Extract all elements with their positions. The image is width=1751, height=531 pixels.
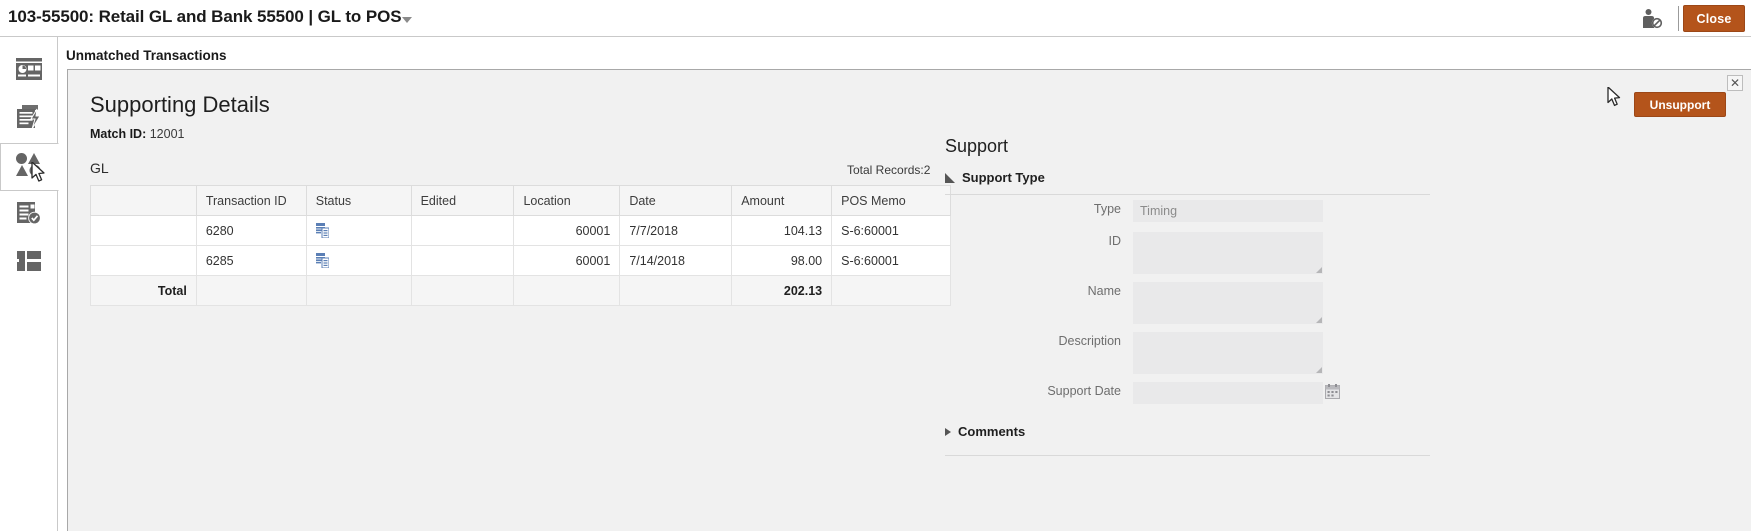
calendar-icon[interactable] — [1325, 384, 1340, 399]
field-name-row: Name — [945, 282, 1430, 324]
field-label-id: ID — [1108, 234, 1122, 248]
page-title: 103-55500: Retail GL and Bank 55500 | GL… — [8, 7, 402, 26]
cell-edited — [410, 245, 515, 276]
unsupport-button[interactable]: Unsupport — [1634, 92, 1726, 117]
total-blank-memo — [831, 275, 951, 306]
total-records-count: Total Records:2 — [847, 163, 931, 177]
user-restricted-icon[interactable] — [1641, 8, 1663, 29]
sidebar-item-dashboard[interactable] — [0, 47, 58, 95]
table-row[interactable]: 6280 60001 7/7/2018 104.13 S-6:60001 — [90, 215, 951, 246]
document-lightning-icon — [15, 104, 43, 135]
close-button[interactable]: Close — [1683, 5, 1745, 32]
comments-section-toggle[interactable]: Comments — [945, 424, 1025, 439]
close-icon[interactable]: ✕ — [1727, 75, 1743, 91]
supporting-details-title: Supporting Details — [90, 92, 270, 117]
app-header: 103-55500: Retail GL and Bank 55500 | GL… — [0, 0, 1751, 37]
main-content: Unmatched Transactions ✕ Supporting Deta… — [58, 37, 1751, 531]
total-blank-transaction — [195, 275, 307, 306]
collapse-triangle-icon — [945, 172, 955, 183]
title-dropdown-caret-icon[interactable] — [402, 17, 412, 23]
support-date-input[interactable] — [1133, 382, 1323, 404]
header-divider — [1678, 6, 1679, 31]
report-icon[interactable] — [315, 223, 330, 239]
sidebar-item-transactions[interactable] — [0, 95, 58, 143]
total-amount: 202.13 — [731, 275, 833, 306]
comments-divider — [945, 455, 1430, 456]
type-value: Timing — [1140, 204, 1178, 218]
field-label-name: Name — [1087, 284, 1121, 298]
sidebar-item-reports[interactable] — [0, 239, 58, 287]
cell-location: 60001 — [513, 245, 621, 276]
table-total-row: Total 202.13 — [90, 275, 951, 306]
column-header-status[interactable]: Status — [305, 185, 412, 216]
field-label-type: Type — [1093, 202, 1121, 216]
support-type-divider — [945, 194, 1430, 195]
column-header-select[interactable] — [90, 185, 197, 216]
cell-transaction-id: 6285 — [195, 245, 307, 276]
match-id: Match ID: 12001 — [90, 127, 185, 141]
field-description-row: Description — [945, 332, 1430, 374]
supporting-details-panel: ✕ Supporting Details Match ID: 12001 Uns… — [67, 69, 1751, 531]
cell-amount: 104.13 — [731, 215, 833, 246]
gl-transactions-table: Transaction ID Status Edited Location Da… — [90, 185, 951, 306]
column-header-pos-memo[interactable]: POS Memo — [831, 185, 951, 216]
cell-pos-memo: S-6:60001 — [831, 215, 951, 246]
table-header-row: Transaction ID Status Edited Location Da… — [90, 185, 951, 216]
cell-transaction-id: 6280 — [195, 215, 307, 246]
column-header-edited[interactable]: Edited — [410, 185, 515, 216]
match-id-value: 12001 — [149, 127, 185, 141]
total-blank-location — [513, 275, 621, 306]
field-id-row: ID — [945, 232, 1430, 274]
list-layout-icon — [15, 249, 43, 278]
cell-amount: 98.00 — [731, 245, 833, 276]
dashboard-icon — [15, 57, 43, 86]
mouse-cursor-icon — [1607, 86, 1622, 107]
total-blank-status — [305, 275, 412, 306]
expand-triangle-icon — [945, 427, 951, 436]
cell-status[interactable] — [305, 245, 412, 276]
gl-section-label: GL — [90, 160, 109, 176]
row-select-cell[interactable] — [90, 245, 197, 276]
sidebar-item-approvals[interactable] — [0, 191, 58, 239]
cell-pos-memo: S-6:60001 — [831, 245, 951, 276]
document-check-icon — [15, 200, 43, 231]
sidebar-rail — [0, 37, 59, 531]
match-id-label: Match ID: — [90, 127, 147, 141]
column-header-date[interactable]: Date — [619, 185, 733, 216]
table-row[interactable]: 6285 60001 7/14/2018 98.00 S-6:60001 — [90, 245, 951, 276]
support-type-section-toggle[interactable]: Support Type — [945, 170, 1045, 185]
total-blank-edited — [410, 275, 515, 306]
field-support-date-row: Support Date — [945, 382, 1430, 406]
sidebar-item-matching[interactable] — [0, 143, 59, 191]
id-input[interactable] — [1133, 232, 1323, 274]
field-label-description: Description — [1058, 334, 1121, 348]
name-input[interactable] — [1133, 282, 1323, 324]
total-blank-date — [619, 275, 733, 306]
column-header-amount[interactable]: Amount — [731, 185, 833, 216]
cell-status[interactable] — [305, 215, 412, 246]
report-icon[interactable] — [315, 253, 330, 269]
mouse-cursor-icon — [31, 161, 47, 182]
total-label: Total — [90, 275, 197, 306]
cell-location: 60001 — [513, 215, 621, 246]
column-header-transaction-id[interactable]: Transaction ID — [195, 185, 307, 216]
description-input[interactable] — [1133, 332, 1323, 374]
support-type-label: Support Type — [962, 170, 1045, 185]
cell-date: 7/7/2018 — [619, 215, 733, 246]
cell-date: 7/14/2018 — [619, 245, 733, 276]
comments-label: Comments — [958, 424, 1026, 439]
cell-edited — [410, 215, 515, 246]
field-label-support-date: Support Date — [1047, 384, 1121, 398]
row-select-cell[interactable] — [90, 215, 197, 246]
support-heading: Support — [945, 136, 1009, 156]
unmatched-transactions-header: Unmatched Transactions — [66, 48, 227, 63]
column-header-location[interactable]: Location — [513, 185, 621, 216]
field-type-row: Type Timing — [945, 200, 1430, 224]
